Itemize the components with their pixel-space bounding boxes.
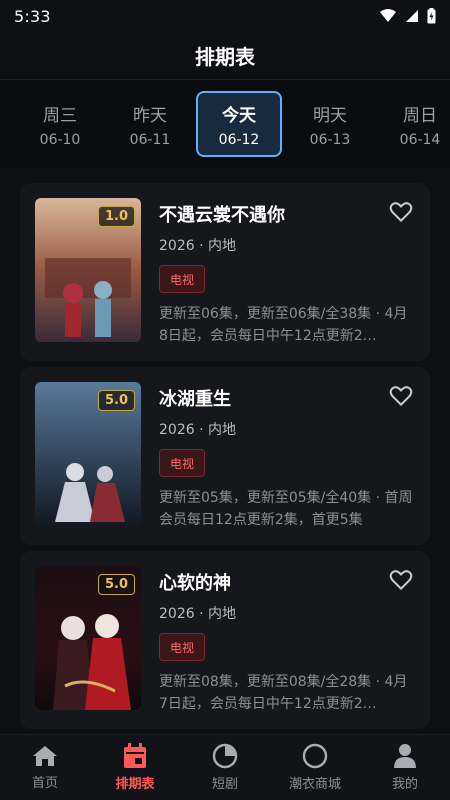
show-poster: 5.0 (35, 382, 141, 526)
signal-icon (406, 10, 418, 22)
nav-item-short-drama[interactable]: 短剧 (180, 735, 270, 800)
date-tab-date: 06-14 (399, 131, 441, 148)
circle-icon (302, 743, 328, 769)
nav-label: 我的 (391, 777, 418, 792)
page-title: 排期表 (195, 45, 255, 69)
show-meta: 2026 · 内地 (159, 238, 236, 254)
score-badge: 5.0 (97, 574, 135, 595)
nav-label: 排期表 (115, 777, 155, 792)
date-tab-2-selected[interactable]: 今天 06-12 (196, 91, 282, 157)
bottom-navigation: 首页 排期表 短剧 潮衣商城 我的 (0, 734, 450, 800)
category-tag: 电视 (159, 265, 206, 293)
date-tab-day: 周日 (403, 105, 437, 126)
category-tag: 电视 (159, 449, 206, 477)
date-tab-4[interactable]: 周日 06-14 (377, 91, 450, 157)
status-time: 5:33 (14, 6, 51, 26)
date-tab-day: 周三 (43, 105, 77, 126)
wifi-icon (380, 9, 396, 22)
date-tab-0[interactable]: 周三 06-10 (17, 91, 103, 157)
date-tab-date: 06-11 (129, 131, 171, 148)
date-tab-day: 昨天 (133, 105, 167, 126)
status-icons (379, 8, 436, 24)
date-tab-day: 今天 (222, 105, 256, 126)
heart-icon[interactable] (388, 199, 414, 225)
show-poster: 5.0 (35, 566, 141, 710)
category-tag: 电视 (159, 633, 206, 661)
home-icon (33, 746, 57, 766)
date-tab-date: 06-10 (39, 131, 81, 148)
nav-label: 首页 (31, 776, 58, 791)
date-tab-day: 明天 (313, 105, 347, 126)
battery-icon (427, 8, 436, 24)
header: 排期表 (0, 32, 450, 80)
date-tab-date: 06-12 (218, 131, 260, 148)
show-title: 冰湖重生 (159, 389, 231, 410)
calendar-icon (124, 743, 146, 768)
show-title: 不遇云裳不遇你 (159, 205, 285, 226)
nav-item-profile[interactable]: 我的 (360, 735, 450, 800)
date-tab-3[interactable]: 明天 06-13 (287, 91, 373, 157)
heart-icon[interactable] (388, 383, 414, 409)
status-bar: 5:33 (0, 0, 450, 32)
date-tab-1[interactable]: 昨天 06-11 (107, 91, 193, 157)
user-icon (394, 744, 416, 768)
show-description: 更新至08集，更新至08集/全28集 · 4月7日起，会员每日中午12点更新2… (159, 674, 408, 712)
nav-item-mall[interactable]: 潮衣商城 (270, 735, 360, 800)
score-badge: 5.0 (97, 390, 135, 411)
score-badge: 1.0 (97, 206, 135, 227)
nav-label: 短剧 (211, 777, 238, 792)
show-title: 心软的神 (159, 573, 231, 594)
show-description: 更新至05集，更新至05集/全40集 · 首周会员每日12点更新2集，首更5集 (159, 490, 413, 528)
show-card[interactable]: 5.0 心软的神 2026 · 内地 电视 更新至08集，更新至08集/全28集… (20, 551, 430, 729)
date-tab-date: 06-13 (309, 131, 351, 148)
pie-icon (212, 743, 238, 769)
nav-label: 潮衣商城 (288, 777, 341, 792)
show-description: 更新至06集，更新至06集/全38集 · 4月8日起，会员每日中午12点更新2… (159, 306, 408, 344)
show-card[interactable]: 1.0 不遇云裳不遇你 2026 · 内地 电视 更新至06集，更新至06集/全… (20, 183, 430, 361)
show-meta: 2026 · 内地 (159, 422, 236, 438)
nav-item-home[interactable]: 首页 (0, 735, 90, 800)
date-selector: 周三 06-10 昨天 06-11 今天 06-12 明天 06-13 周日 0… (0, 81, 450, 167)
heart-icon[interactable] (388, 567, 414, 593)
nav-item-schedule[interactable]: 排期表 (90, 735, 180, 800)
show-poster: 1.0 (35, 198, 141, 342)
show-card[interactable]: 5.0 冰湖重生 2026 · 内地 电视 更新至05集，更新至05集/全40集… (20, 367, 430, 545)
show-meta: 2026 · 内地 (159, 606, 236, 622)
